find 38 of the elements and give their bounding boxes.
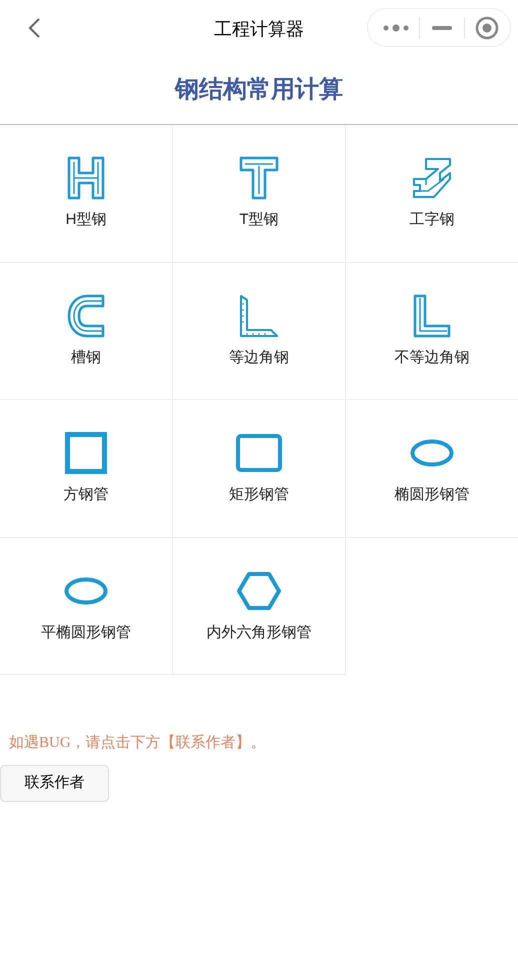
calculator-tile[interactable]: 平椭圆形钢管 (0, 538, 173, 675)
more-icon[interactable] (383, 24, 409, 32)
page-heading: 钢结构常用计算 (175, 75, 343, 105)
tile-label: 椭圆形钢管 (394, 485, 470, 506)
notice-text: 如遇BUG，请点击下方【联系作者】。 (9, 733, 267, 753)
minimize-icon[interactable] (432, 26, 452, 30)
ellipse-icon (410, 439, 454, 468)
calculator-tile[interactable]: T型钢 (173, 125, 346, 262)
rectangle-icon (236, 434, 282, 472)
angle-steel-icon (413, 294, 451, 338)
hexagon-icon (237, 572, 281, 610)
square-icon (65, 432, 107, 474)
ruler-angle-icon (239, 294, 279, 338)
tile-label: 内外六角形钢管 (206, 622, 312, 643)
tile-label: 矩形钢管 (229, 485, 289, 506)
tile-label: 平椭圆形钢管 (41, 622, 131, 643)
contact-button[interactable]: 联系作者 (0, 765, 109, 802)
tile-label: H型钢 (66, 210, 106, 230)
calculator-tile[interactable]: 内外六角形钢管 (173, 538, 346, 675)
calculator-tile[interactable]: 不等边角钢 (346, 262, 518, 400)
close-icon[interactable] (475, 16, 499, 40)
window-title: 工程计算器 (214, 18, 304, 41)
tile-label: 工字钢 (410, 210, 454, 230)
h-beam-icon (67, 156, 105, 200)
tile-label: 方钢管 (64, 485, 108, 506)
calculator-tile[interactable]: H型钢 (0, 125, 173, 262)
t-beam-icon (239, 156, 279, 200)
calculator-tile[interactable]: 方钢管 (0, 400, 173, 538)
back-icon[interactable] (27, 17, 41, 39)
tile-label: 槽钢 (71, 348, 101, 368)
tile-label: 不等边角钢 (394, 348, 470, 368)
tile-label: T型钢 (239, 210, 279, 230)
ellipse-icon (64, 576, 108, 605)
channel-icon (67, 294, 105, 338)
calculator-tile[interactable]: 矩形钢管 (173, 400, 346, 538)
calculator-tile[interactable]: 槽钢 (0, 262, 173, 400)
tile-label: 等边角钢 (229, 348, 289, 368)
calculator-tile[interactable]: 等边角钢 (173, 262, 346, 400)
